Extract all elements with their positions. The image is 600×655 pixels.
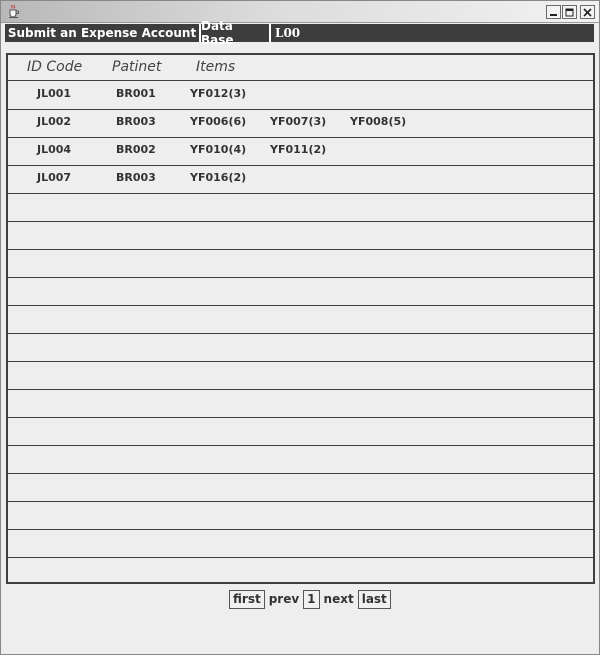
empty-table-row — [8, 334, 593, 362]
current-page-number[interactable]: 1 — [303, 589, 320, 609]
table-header: ID Code Patinet Items — [8, 55, 593, 81]
empty-table-row — [8, 278, 593, 306]
header-items: Items — [196, 59, 236, 75]
empty-table-row — [8, 446, 593, 474]
close-button[interactable] — [580, 5, 595, 19]
header-id-code: ID Code — [27, 59, 83, 75]
cell-id-code: JL004 — [37, 143, 72, 156]
empty-table-row — [8, 474, 593, 502]
cell-item: YF016(2) — [190, 171, 247, 184]
last-page-button[interactable]: last — [357, 589, 391, 609]
cell-item: YF011(2) — [270, 143, 327, 156]
empty-table-row — [8, 502, 593, 530]
cell-id-code: JL002 — [37, 115, 72, 128]
empty-table-row — [8, 418, 593, 446]
table-row[interactable]: JL007 BR003 YF016(2) — [8, 166, 593, 194]
empty-table-row — [8, 530, 593, 558]
cell-item: YF012(3) — [190, 87, 247, 100]
empty-table-row — [8, 306, 593, 334]
cell-patient: BR002 — [116, 143, 156, 156]
close-icon — [583, 7, 592, 17]
cell-id-code: JL007 — [37, 171, 72, 184]
title-bar[interactable] — [1, 1, 599, 23]
database-button[interactable]: Data Base — [199, 19, 271, 47]
java-cup-icon — [6, 4, 21, 19]
maximize-icon — [565, 8, 574, 16]
cell-id-code: JL001 — [37, 87, 72, 100]
table-row[interactable]: JL002 BR003 YF006(6) YF007(3) YF008(5) — [8, 110, 593, 138]
prev-page-link[interactable]: prev — [265, 592, 303, 606]
menu-bar: Submit an Expense Account Data Base L00 — [5, 19, 594, 47]
table-body: JL001 BR001 YF012(3) JL002 BR003 YF006(6) YF00… — [8, 82, 593, 582]
header-patient: Patinet — [112, 59, 162, 75]
cell-item: YF008(5) — [350, 115, 407, 128]
cell-item: YF006(6) — [190, 115, 247, 128]
cell-item: YF010(4) — [190, 143, 247, 156]
empty-table-row — [8, 390, 593, 418]
table-row[interactable]: JL001 BR001 YF012(3) — [8, 82, 593, 110]
empty-table-row — [8, 362, 593, 390]
empty-table-row — [8, 558, 593, 582]
table-row[interactable]: JL004 BR002 YF010(4) YF011(2) — [8, 138, 593, 166]
user-label: L00 — [275, 26, 301, 40]
submit-expense-button[interactable]: Submit an Expense Account — [5, 24, 199, 42]
minimize-button[interactable] — [546, 5, 561, 19]
app-window: Submit an Expense Account Data Base L00 … — [0, 0, 600, 655]
cell-patient: BR003 — [116, 171, 156, 184]
next-page-link[interactable]: next — [320, 592, 358, 606]
cell-patient: BR003 — [116, 115, 156, 128]
maximize-button[interactable] — [562, 5, 577, 19]
records-table: ID Code Patinet Items JL001 BR001 YF012(3)… — [6, 53, 595, 584]
pagination: first prev 1 next last — [229, 589, 391, 609]
empty-table-row — [8, 250, 593, 278]
cell-patient: BR001 — [116, 87, 156, 100]
first-page-button[interactable]: first — [229, 589, 265, 609]
empty-table-row — [8, 194, 593, 222]
cell-item: YF007(3) — [270, 115, 327, 128]
minimize-icon — [550, 13, 557, 16]
empty-table-row — [8, 222, 593, 250]
